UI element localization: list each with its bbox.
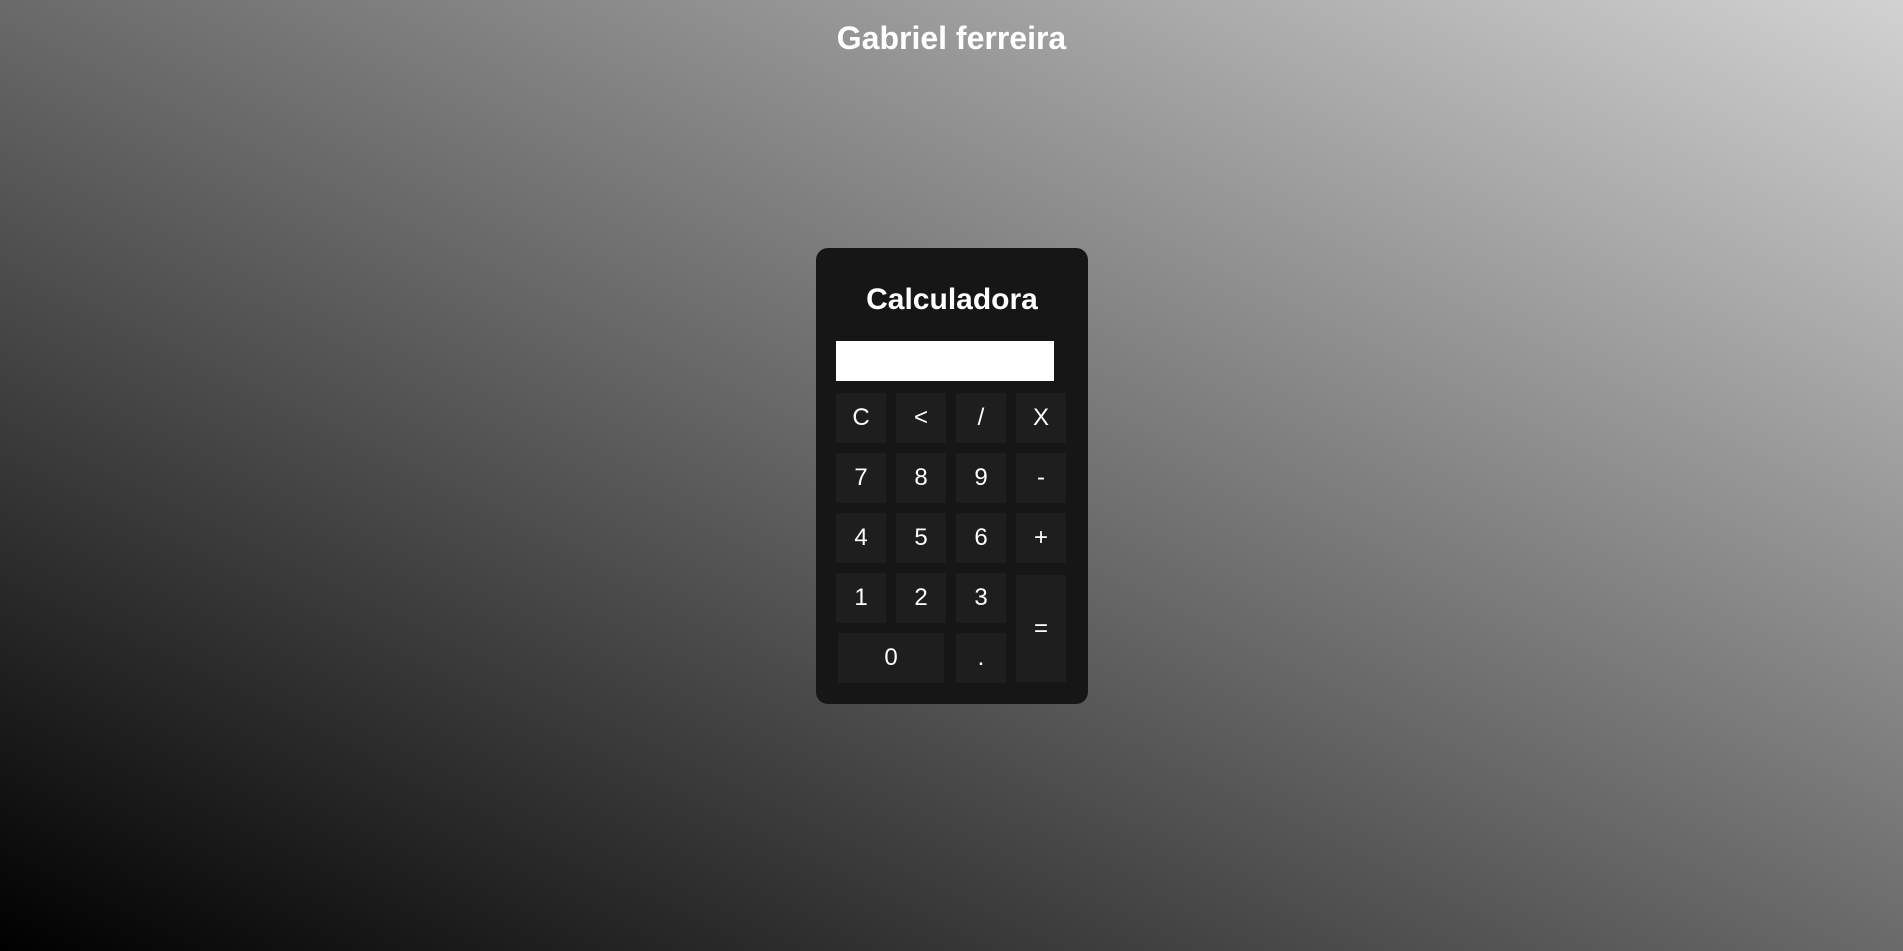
digit-9-button[interactable]: 9 xyxy=(956,453,1006,503)
digit-3-button[interactable]: 3 xyxy=(956,573,1006,623)
calculator-display[interactable] xyxy=(836,341,1054,381)
digit-2-button[interactable]: 2 xyxy=(896,573,946,623)
digit-0-button[interactable]: 0 xyxy=(838,633,944,683)
equals-button[interactable]: = xyxy=(1016,575,1066,682)
multiply-button[interactable]: X xyxy=(1016,393,1066,443)
plus-button[interactable]: + xyxy=(1016,513,1066,563)
decimal-button[interactable]: . xyxy=(956,633,1006,683)
backspace-button[interactable]: < xyxy=(896,393,946,443)
digit-1-button[interactable]: 1 xyxy=(836,573,886,623)
calculator-panel: Calculadora C < / X 7 8 9 - 4 5 6 + 1 2 … xyxy=(816,248,1088,704)
minus-button[interactable]: - xyxy=(1016,453,1066,503)
divide-button[interactable]: / xyxy=(956,393,1006,443)
digit-7-button[interactable]: 7 xyxy=(836,453,886,503)
digit-5-button[interactable]: 5 xyxy=(896,513,946,563)
digit-4-button[interactable]: 4 xyxy=(836,513,886,563)
digit-6-button[interactable]: 6 xyxy=(956,513,1006,563)
clear-button[interactable]: C xyxy=(836,393,886,443)
digit-8-button[interactable]: 8 xyxy=(896,453,946,503)
page-title: Gabriel ferreira xyxy=(836,20,1067,56)
calculator-title: Calculadora xyxy=(866,283,1038,316)
